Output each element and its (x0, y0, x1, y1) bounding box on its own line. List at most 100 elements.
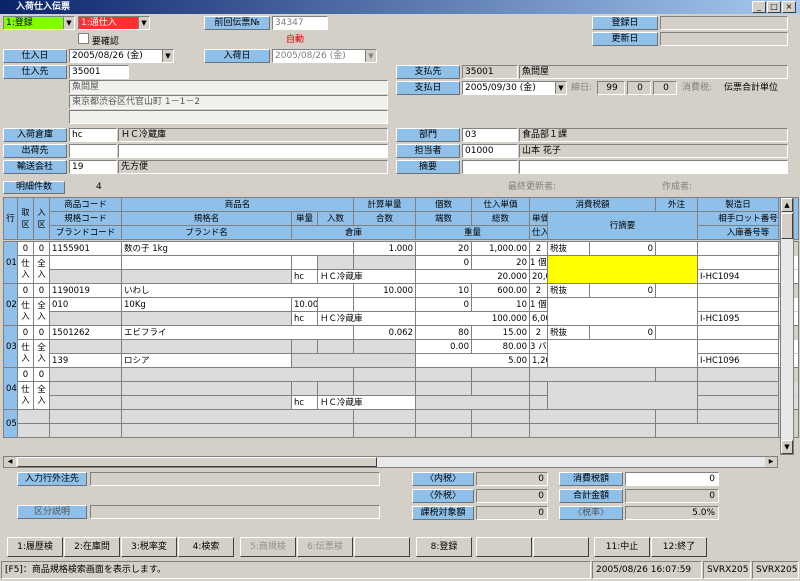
cell-wh-code[interactable]: hc (291, 311, 318, 326)
cell-taxkind[interactable]: 2 (529, 325, 548, 340)
scroll-thumb-h[interactable] (17, 457, 377, 467)
cell-brand[interactable] (49, 395, 122, 410)
cell-code[interactable]: 1155901 (49, 241, 122, 256)
cell-total[interactable]: 20 (471, 255, 530, 270)
cell-amount[interactable]: 20,000 (529, 269, 548, 284)
ship-to-name-field[interactable] (118, 144, 388, 158)
cell-total[interactable]: 10 (471, 297, 530, 312)
cell-ext[interactable] (655, 283, 698, 298)
cell-mfg[interactable] (697, 409, 779, 424)
cell-total[interactable]: 80.00 (471, 339, 530, 354)
pay-date-field[interactable]: 2005/09/30 (金) ▼ (462, 81, 567, 95)
tax-amount-field[interactable]: 0 (625, 472, 719, 486)
close-button[interactable]: × (782, 1, 796, 13)
cell-specname[interactable] (121, 339, 292, 354)
minimize-button[interactable]: _ (752, 1, 766, 13)
cell-spec[interactable] (49, 255, 122, 270)
table-row[interactable]: 仕入全入 01010Kg10.000 010 1 個数 (4, 297, 799, 326)
cell-calc[interactable] (353, 409, 416, 424)
cell-price[interactable]: 15.00 (471, 325, 530, 340)
cell-unit[interactable]: 10.000 (291, 297, 318, 312)
cell-spec[interactable]: 010 (49, 297, 122, 312)
cell-kind[interactable]: 0 (17, 367, 34, 382)
cell-name[interactable]: いわし (121, 283, 354, 298)
cell-wh-code[interactable]: hc (291, 395, 318, 410)
cell-unit[interactable] (291, 339, 318, 354)
arrival-date-field[interactable]: 2005/08/26 (金) ▼ (272, 49, 377, 63)
memo-code-field[interactable] (462, 160, 518, 174)
scroll-up-icon[interactable]: ▲ (781, 198, 793, 212)
table-row[interactable]: 03 00 1501262 エビフライ 0.062 80 15.00 2 税抜 0 (3, 325, 799, 368)
cell-mfg[interactable] (697, 241, 779, 256)
cell-amount[interactable]: 6,000 (529, 311, 548, 326)
cell-case[interactable] (353, 381, 416, 396)
scroll-down-icon[interactable]: ▼ (781, 440, 793, 454)
cell-priceunit[interactable]: 1 個数 (529, 297, 548, 312)
table-row[interactable]: 05 (3, 409, 799, 438)
f10-button[interactable] (533, 537, 589, 557)
cell-frac[interactable] (415, 381, 472, 396)
f12-exit-button[interactable]: 12:終了 (651, 537, 707, 557)
table-row[interactable] (4, 423, 799, 438)
cell-taxkind[interactable]: 2 (529, 241, 548, 256)
cell-pcs[interactable] (415, 409, 472, 424)
f1-history-button[interactable]: 1:履歴検 (7, 537, 63, 557)
cell-rowmemo[interactable] (547, 339, 698, 368)
table-row[interactable]: 02 00 1190019 いわし 10.000 10 600.00 2 税抜 0 (3, 283, 799, 326)
cell-ext[interactable] (655, 241, 698, 256)
scroll-thumb[interactable] (781, 213, 793, 239)
cell-rowmemo[interactable] (547, 297, 698, 326)
cell-code[interactable]: 1501262 (49, 325, 122, 340)
cell-brandname[interactable] (121, 311, 292, 326)
type-select[interactable]: 1:通仕入 ▼ (78, 16, 150, 30)
cell-taxvalue[interactable]: 0 (589, 241, 656, 256)
cell-specname[interactable] (121, 255, 292, 270)
cell-in[interactable]: 0 (33, 367, 50, 382)
cell-calc[interactable]: 1.000 (353, 241, 416, 256)
cell-rowmemo[interactable] (547, 255, 698, 284)
cell-name[interactable]: エビフライ (121, 325, 354, 340)
cell-price[interactable]: 1,000.00 (471, 241, 530, 256)
restore-button[interactable]: □ (767, 1, 781, 13)
carrier-code-field[interactable]: 19 (69, 160, 117, 174)
memo-text-field[interactable] (519, 160, 788, 174)
cell-frac[interactable]: 0 (415, 297, 472, 312)
cell-total[interactable] (415, 423, 472, 438)
cell-price[interactable] (471, 367, 530, 382)
cell-specname[interactable] (121, 381, 292, 396)
cell-qtyin[interactable] (317, 339, 354, 354)
cell-mfg[interactable] (697, 367, 779, 382)
f3-taxrate-button[interactable]: 3:税率変 (121, 537, 177, 557)
cell-lot[interactable] (655, 423, 779, 438)
cell-pcs[interactable]: 10 (415, 283, 472, 298)
cell-brand[interactable] (49, 269, 122, 284)
cell-frac[interactable]: 0 (415, 255, 472, 270)
cell-amount[interactable] (529, 395, 548, 410)
cell-in[interactable]: 0 (33, 283, 50, 298)
f6-slip-search-button[interactable]: 6:伝票検 (297, 537, 353, 557)
purchase-date-field[interactable]: 2005/08/26 (金) ▼ (69, 49, 174, 63)
cell-priceunit[interactable] (471, 423, 530, 438)
cell-in[interactable]: 0 (33, 241, 50, 256)
cell-rowmemo[interactable] (529, 423, 656, 438)
warehouse-code-field[interactable]: hc (69, 128, 117, 142)
supplier-code-field[interactable]: 35001 (69, 65, 129, 79)
cell-spec[interactable] (49, 423, 122, 438)
table-row[interactable]: 仕入全入 020 1 個数 (4, 255, 799, 284)
cell-wh-code[interactable]: hc (291, 269, 318, 284)
cell-wh[interactable] (291, 353, 416, 368)
cell-weight[interactable]: 5.00 (415, 353, 530, 368)
cell-ext[interactable] (655, 409, 698, 424)
cell-kind[interactable]: 0 (17, 325, 34, 340)
cell-case[interactable] (353, 255, 416, 270)
table-row[interactable]: 仕入全入 0.0080.00 3 バラ (4, 339, 799, 368)
cell-code[interactable] (49, 409, 122, 424)
cell-taxvalue[interactable]: 0 (589, 283, 656, 298)
f5-product-search-button[interactable]: 5:商規検 (240, 537, 296, 557)
cell-mfg[interactable] (697, 283, 779, 298)
f9-button[interactable] (476, 537, 532, 557)
cell-kind[interactable] (17, 409, 50, 424)
cell-pcs[interactable]: 20 (415, 241, 472, 256)
dept-code-field[interactable]: 03 (462, 128, 518, 142)
cell-qtyin[interactable] (317, 381, 354, 396)
